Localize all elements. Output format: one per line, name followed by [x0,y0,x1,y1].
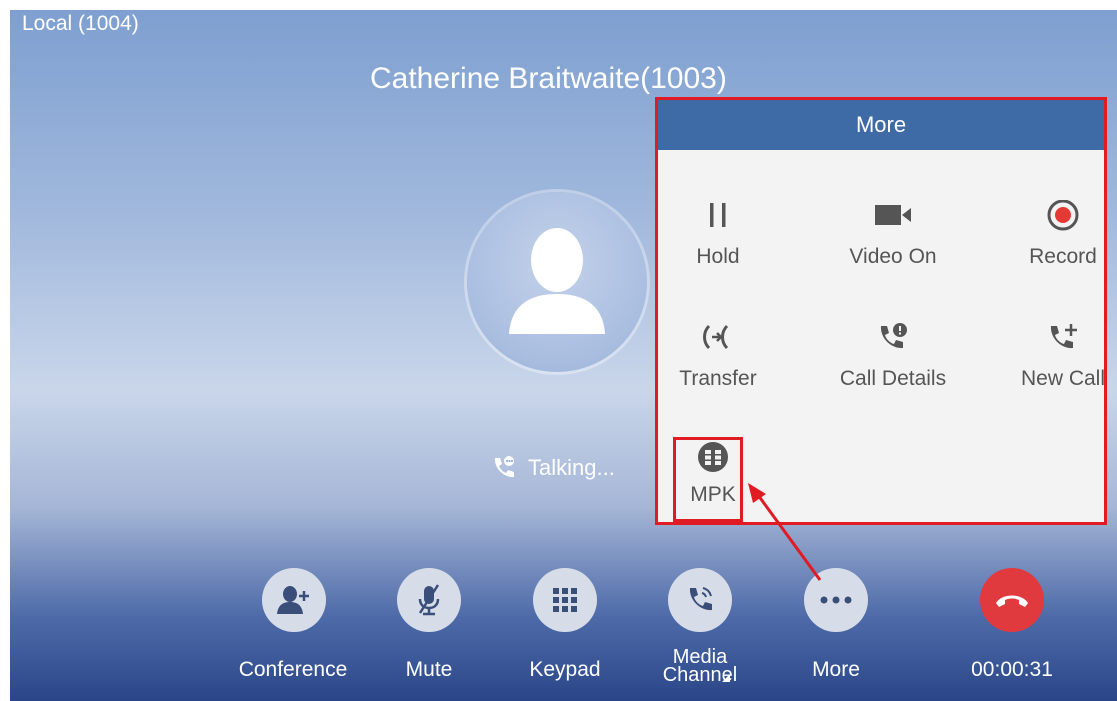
annotation-arrow [748,483,822,581]
